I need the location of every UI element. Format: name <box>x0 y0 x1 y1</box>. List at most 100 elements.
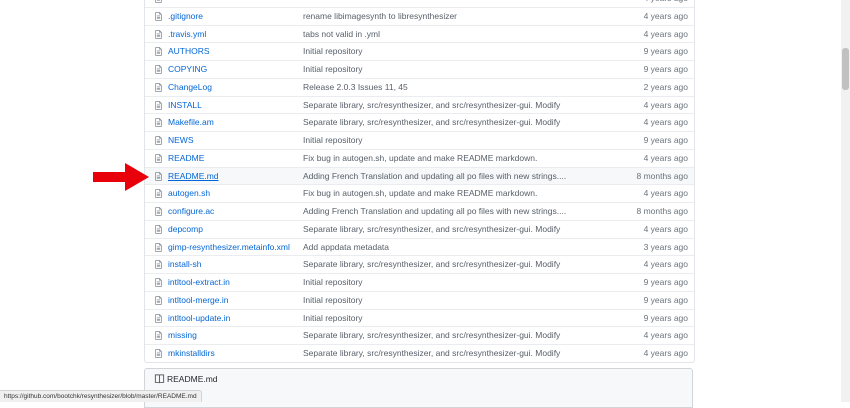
commit-message-link[interactable]: Initial repository <box>303 277 363 287</box>
file-icon <box>155 349 162 358</box>
file-icon <box>155 242 162 252</box>
file-icon <box>155 47 162 56</box>
scrollbar-thumb[interactable] <box>842 48 849 90</box>
commit-age: 4 years ago <box>643 117 688 128</box>
commit-age: 4 years ago <box>643 10 688 21</box>
file-row[interactable]: ChangeLog Release 2.0.3 Issues 11, 45 2 ye… <box>145 77 694 96</box>
commit-age: 4 years ago <box>644 0 688 3</box>
file-icon <box>155 0 162 3</box>
file-icon <box>155 225 162 234</box>
commit-message-link[interactable]: Initial repository <box>303 64 363 74</box>
file-icon <box>155 331 162 340</box>
commit-message-link[interactable]: tabs not valid in .yml <box>303 29 380 39</box>
file-icon <box>155 189 162 198</box>
file-name-link[interactable]: .travis.yml <box>168 29 206 39</box>
commit-age: 2 years ago <box>643 81 688 92</box>
file-icon <box>155 118 162 127</box>
file-row[interactable]: autogen.sh Fix bug in autogen.sh, update … <box>145 184 694 202</box>
readme-header: README.md <box>144 368 693 408</box>
commit-message-link[interactable]: Fix bug in autogen.sh, update and make R… <box>303 188 537 198</box>
file-row[interactable]: intltool-extract.in Initial repository 9 y… <box>145 273 694 291</box>
file-row[interactable]: Makefile.am Separate library, src/resynth… <box>145 113 694 131</box>
file-row[interactable]: intltool-update.in Initial repository 9 ye… <box>145 308 694 327</box>
file-row[interactable]: install-sh Separate library, src/resynthe… <box>145 255 694 273</box>
file-row[interactable]: README Fix bug in autogen.sh, update and … <box>145 148 694 167</box>
commit-age: 9 years ago <box>643 294 688 305</box>
file-row[interactable]: gimp-resynthesizer.metainfo.xml Add appda… <box>145 237 694 256</box>
file-row[interactable]: COPYING Initial repository 9 years ago <box>145 60 694 78</box>
commit-age: 4 years ago <box>643 223 688 234</box>
file-name-link[interactable]: INSTALL <box>168 100 202 110</box>
commit-age: 4 years ago <box>643 188 688 199</box>
file-name-link[interactable]: COPYING <box>168 64 207 74</box>
file-row[interactable]: intltool-merge.in Initial repository 9 yea… <box>145 290 694 309</box>
commit-message-link[interactable]: Separate library, src/resynthesizer, and… <box>303 100 560 110</box>
file-icon <box>155 260 162 269</box>
file-name-link[interactable]: autogen.sh <box>168 188 210 198</box>
commit-message-link[interactable]: Adding French Translation and updating a… <box>303 171 566 181</box>
commit-message-link[interactable]: Initial repository <box>303 46 363 56</box>
file-name-link[interactable]: configure.ac <box>168 206 214 216</box>
left-gutter <box>0 0 144 402</box>
file-row[interactable]: 4 years ago <box>145 0 694 7</box>
commit-message-link[interactable]: Add appdata metadata <box>303 242 389 252</box>
commit-age: 4 years ago <box>643 99 688 110</box>
file-icon <box>155 100 162 110</box>
file-icon <box>155 296 162 305</box>
commit-age: 9 years ago <box>643 135 688 145</box>
commit-message-link[interactable]: Separate library, src/resynthesizer, and… <box>303 330 560 340</box>
file-name-link[interactable]: intltool-extract.in <box>168 277 230 287</box>
commit-age: 4 years ago <box>643 348 688 358</box>
commit-message-link[interactable]: Separate library, src/resynthesizer, and… <box>303 117 560 127</box>
file-icon <box>155 207 162 216</box>
file-row[interactable]: INSTALL Separate library, src/resynthesiz… <box>145 95 694 114</box>
file-icon <box>155 154 162 163</box>
commit-message-link[interactable]: Separate library, src/resynthesizer, and… <box>303 259 560 269</box>
file-name-link[interactable]: Makefile.am <box>168 117 214 127</box>
file-row[interactable]: README.md Adding French Translation and u… <box>145 166 694 185</box>
file-row[interactable]: depcomp Separate library, src/resynthesiz… <box>145 219 694 238</box>
file-row[interactable]: configure.ac Adding French Translation an… <box>145 202 694 220</box>
file-row[interactable]: NEWS Initial repository 9 years ago <box>145 131 694 149</box>
commit-message-link[interactable]: Initial repository <box>303 135 363 145</box>
file-row[interactable]: .travis.yml tabs not valid in .yml 4 years… <box>145 24 694 43</box>
commit-message-link[interactable]: Fix bug in autogen.sh, update and make R… <box>303 153 537 163</box>
commit-message-link[interactable]: Adding French Translation and updating a… <box>303 206 566 216</box>
file-name-link[interactable]: README <box>168 153 204 163</box>
file-name-link[interactable]: depcomp <box>168 224 203 234</box>
file-row[interactable]: AUTHORS Initial repository 9 years ago <box>145 42 694 60</box>
commit-age: 9 years ago <box>643 64 688 74</box>
file-name-link[interactable]: README.md <box>168 171 219 181</box>
file-icon <box>155 313 162 323</box>
commit-age: 4 years ago <box>643 28 688 39</box>
file-name-link[interactable]: gimp-resynthesizer.metainfo.xml <box>168 242 290 252</box>
file-name-link[interactable]: install-sh <box>168 259 202 269</box>
file-name-link[interactable]: mkinstalldirs <box>168 348 215 358</box>
commit-message-link[interactable]: Initial repository <box>303 295 363 305</box>
file-icon <box>155 83 162 92</box>
commit-age: 4 years ago <box>643 259 688 270</box>
commit-message-link[interactable]: Separate library, src/resynthesizer, and… <box>303 224 560 234</box>
file-row[interactable]: mkinstalldirs Separate library, src/resyn… <box>145 344 694 362</box>
file-name-link[interactable]: AUTHORS <box>168 46 210 56</box>
file-name-link[interactable]: NEWS <box>168 135 194 145</box>
file-name-link[interactable]: missing <box>168 330 197 340</box>
file-name-link[interactable]: intltool-update.in <box>168 313 230 323</box>
file-row[interactable]: missing Separate library, src/resynthesiz… <box>145 326 694 344</box>
scrollbar[interactable] <box>841 0 850 402</box>
commit-message-link[interactable]: rename libimagesynth to libresynthesizer <box>303 11 457 21</box>
file-name-link[interactable]: .gitignore <box>168 11 203 21</box>
file-icon <box>155 29 162 39</box>
commit-message-link[interactable]: Release 2.0.3 Issues 11, 45 <box>303 82 408 92</box>
file-list-table: 4 years ago .gitignore rename libimagesynt… <box>144 0 695 363</box>
commit-message-link[interactable]: Separate library, src/resynthesizer, and… <box>303 348 560 358</box>
file-name-link[interactable]: intltool-merge.in <box>168 295 228 305</box>
commit-message-link[interactable]: Initial repository <box>303 313 363 323</box>
file-icon <box>155 136 162 145</box>
file-name-link[interactable]: ChangeLog <box>168 82 212 92</box>
readme-title: README.md <box>167 374 218 384</box>
file-row[interactable]: .gitignore rename libimagesynth to libres… <box>145 6 694 25</box>
commit-age: 4 years ago <box>643 330 688 341</box>
commit-age: 9 years ago <box>643 277 688 287</box>
commit-age: 4 years ago <box>643 152 688 163</box>
